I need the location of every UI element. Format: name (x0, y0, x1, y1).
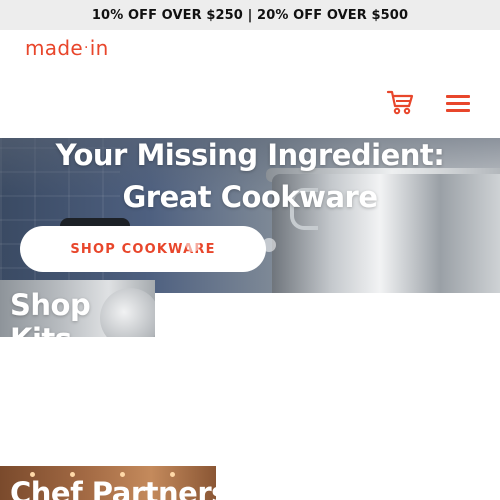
shop-kits-title: Shop Kits (10, 288, 91, 337)
carousel-dot-2[interactable] (224, 238, 238, 252)
hero-title-line-1: Your Missing Ingredient: (55, 138, 445, 172)
hero-title-line-2: Great Cookware (122, 180, 378, 214)
logo-text-right: in (89, 36, 109, 60)
cart-icon[interactable] (386, 88, 414, 116)
carousel-dot-3[interactable] (262, 238, 276, 252)
made-in-logo[interactable]: made·in (25, 36, 109, 60)
carousel-dots (186, 238, 276, 252)
promo-banner: 10% OFF OVER $250 | 20% OFF OVER $500 (0, 0, 500, 30)
shop-kits-tile[interactable]: Shop Kits (0, 280, 155, 337)
promo-banner-text: 10% OFF OVER $250 | 20% OFF OVER $500 (91, 7, 409, 23)
hero-title: Your Missing Ingredient: Great Cookware (0, 138, 500, 218)
hamburger-menu-icon[interactable] (446, 94, 472, 114)
logo-text-left: made (25, 36, 83, 60)
site-header: made·in (0, 30, 500, 138)
hero-banner: Your Missing Ingredient: Great Cookware … (0, 138, 500, 293)
carousel-dot-1[interactable] (186, 238, 200, 252)
chef-partners-tile[interactable]: Chef Partners (0, 466, 216, 500)
chef-partners-title: Chef Partners (10, 476, 216, 500)
